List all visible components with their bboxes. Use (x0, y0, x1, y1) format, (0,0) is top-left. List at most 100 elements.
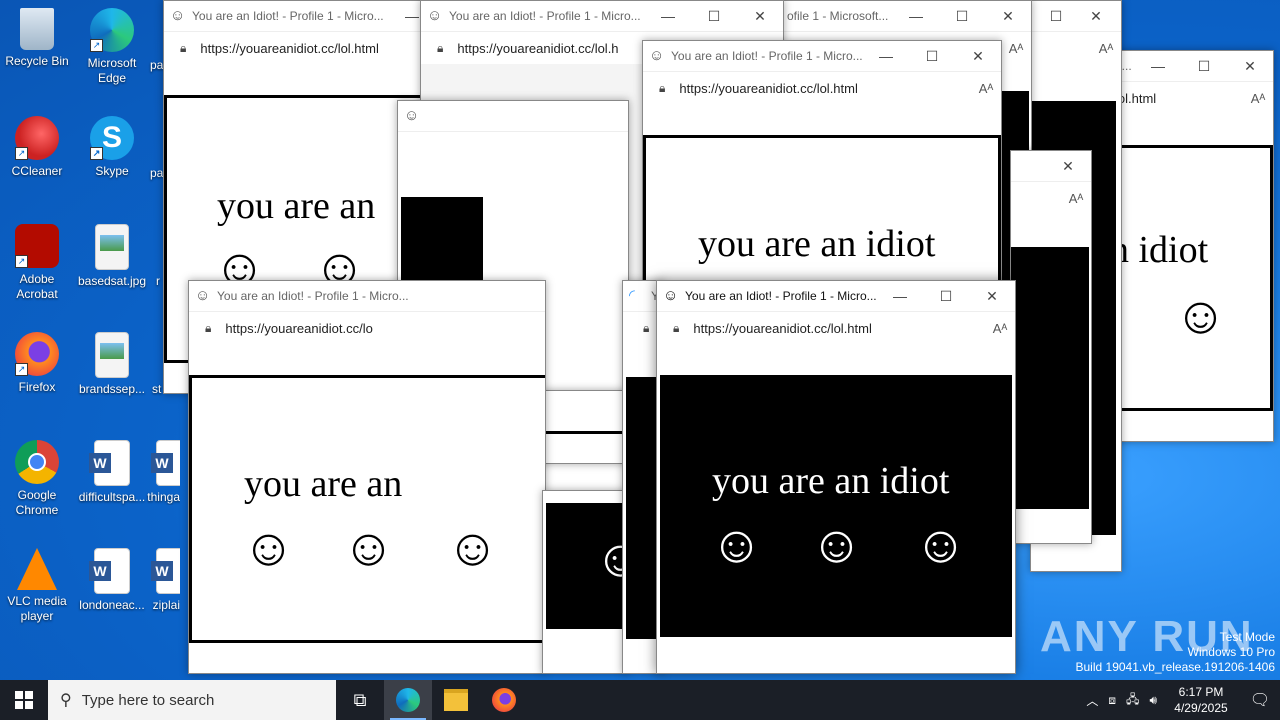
word-file-icon: W (151, 548, 180, 594)
address-bar[interactable]: lol.html Aᴬ (1111, 81, 1273, 114)
desktop-icon-label: thinga (147, 490, 180, 504)
message-text: you are an idiot (698, 223, 936, 265)
desktop-icon-recycle-bin[interactable]: Recycle Bin (0, 8, 74, 69)
title-bar[interactable]: ☺ You are an Idiot! - Profile 1 - Micro.… (643, 41, 1001, 71)
read-aloud-icon[interactable]: Aᴬ (1243, 91, 1273, 106)
network-adapter-icon[interactable]: ⧈ (1103, 693, 1121, 708)
browser-window-active[interactable]: ☺ You are an Idiot! - Profile 1 - Micro.… (656, 280, 1016, 674)
desktop-icon-chrome[interactable]: Google Chrome (0, 440, 74, 518)
title-bar[interactable]: ☺ (398, 101, 628, 131)
url-text: https://youareanidiot.cc/lol.html (693, 320, 872, 336)
chrome-icon (15, 440, 59, 484)
chevron-up-icon[interactable]: ︿ (1081, 692, 1103, 709)
lock-icon: 🔒︎ (437, 40, 444, 55)
title-bar[interactable]: ☐ ✕ (1031, 1, 1121, 31)
title-bar[interactable]: ☺ You are an Idiot! - Profile 1 - Micro.… (657, 281, 1015, 311)
desktop-icon-label: Recycle Bin (5, 54, 69, 68)
desktop-icon-label: Adobe Acrobat (16, 272, 58, 301)
address-bar[interactable]: Aᴬ (1031, 31, 1121, 64)
desktop-icon-label: VLC media player (7, 594, 67, 623)
address-bar[interactable]: 🔒︎ https://youareanidiot.cc/lol.html Aᴬ (657, 311, 1015, 344)
lock-icon: 🔒︎ (180, 40, 187, 55)
taskbar-file-explorer[interactable] (432, 680, 480, 720)
minimize-button[interactable]: — (863, 48, 909, 64)
desktop-icon-difficultspa[interactable]: W difficultspa... (75, 440, 149, 505)
maximize-button[interactable]: ☐ (923, 288, 969, 305)
address-bar[interactable]: 🔒︎ https://youareanidiot.cc/lo (189, 311, 545, 344)
image-file-icon (95, 224, 129, 270)
title-bar[interactable]: ✕ (1011, 151, 1091, 181)
title-bar[interactable]: ☺ You are an Idiot! - Profile 1 - Micro.… (164, 1, 422, 31)
maximize-button[interactable]: ☐ (691, 8, 737, 25)
word-file-icon: W (89, 548, 130, 594)
network-icon[interactable]: 🖧︎ (1121, 690, 1144, 711)
minimize-button[interactable]: — (1135, 58, 1181, 74)
desktop-icon-label: difficultspa... (78, 490, 146, 504)
address-bar[interactable] (398, 131, 628, 164)
message-text: you are an (217, 185, 376, 227)
close-button[interactable]: ✕ (1227, 58, 1273, 75)
edge-icon (396, 688, 420, 712)
desktop-icon-vlc[interactable]: VLC media player (0, 548, 74, 624)
desktop-icon-basedsat[interactable]: basedsat.jpg (75, 224, 149, 289)
clock[interactable]: 6:17 PM 4/29/2025 (1162, 684, 1240, 716)
taskbar-edge[interactable] (384, 680, 432, 720)
search-placeholder: Type here to search (81, 691, 215, 709)
start-button[interactable] (0, 680, 48, 720)
window-title: You are an Idiot! - Profile 1 - Micro... (192, 9, 384, 23)
read-aloud-icon[interactable]: Aᴬ (1061, 191, 1091, 206)
close-button[interactable]: ✕ (737, 8, 783, 25)
maximize-button[interactable]: ☐ (909, 48, 955, 65)
address-bar[interactable]: Aᴬ (1011, 181, 1091, 214)
title-bar[interactable]: ☺ You are an Idiot! - Profile 1 - Micro.… (189, 281, 545, 311)
desktop-icon-edge[interactable]: ↗ Microsoft Edge (75, 8, 149, 86)
desktop-icon-londoneac[interactable]: W londoneac... (75, 548, 149, 613)
minimize-button[interactable]: — (893, 8, 939, 24)
minimize-button[interactable]: — (645, 8, 691, 24)
lock-icon: 🔒︎ (673, 320, 680, 335)
word-file-icon: W (89, 440, 130, 486)
desktop-icon-skype[interactable]: S ↗ Skype (75, 116, 149, 179)
close-button[interactable]: ✕ (969, 288, 1015, 305)
desktop-icon-firefox[interactable]: ↗ Firefox (0, 332, 74, 395)
browser-window[interactable]: ☺ You are an Idiot! - Profile 1 - Micro.… (188, 280, 546, 674)
title-bar[interactable]: ☺ You are an Idiot! - Profile 1 - Micro.… (421, 1, 783, 31)
minimize-button[interactable]: — (402, 8, 422, 24)
read-aloud-icon[interactable]: Aᴬ (971, 81, 1001, 96)
browser-window: ☺ (542, 490, 628, 674)
close-button[interactable]: ✕ (1071, 8, 1121, 25)
read-aloud-icon[interactable]: Aᴬ (1091, 41, 1121, 56)
desktop-icon-thinga[interactable]: W thinga (140, 440, 180, 505)
desktop-icon-ccleaner[interactable]: ↗ CCleaner (0, 116, 74, 179)
browser-window[interactable]: ✕ Aᴬ (1010, 150, 1092, 544)
maximize-button[interactable]: ☐ (1181, 58, 1227, 75)
taskbar-search-box[interactable]: ⚲ Type here to search (48, 680, 336, 720)
close-button[interactable]: ✕ (985, 8, 1031, 25)
address-bar[interactable]: 🔒︎ https://youareanidiot.cc/lol.html Aᴬ (643, 71, 1001, 104)
taskbar: ⚲ Type here to search ⧉ ︿ ⧈ 🖧︎ 🔊︎ 6:17 P… (0, 680, 1280, 720)
address-bar[interactable]: 🔒︎ https://youareanidiot.cc/lol.html (164, 31, 422, 64)
read-aloud-icon[interactable]: Aᴬ (985, 321, 1015, 336)
minimize-button[interactable]: — (877, 288, 923, 304)
smiley-icon: ☺ (342, 519, 396, 577)
read-aloud-icon[interactable]: Aᴬ (1001, 41, 1031, 56)
message-text: you are an (244, 463, 403, 505)
window-title: You are an Idiot! - Profile 1 - Micro... (671, 49, 863, 63)
smiley-icon: ☺ (242, 519, 296, 577)
clock-time: 6:17 PM (1178, 685, 1224, 699)
maximize-button[interactable]: ☐ (939, 8, 985, 25)
lock-icon: 🔒︎ (659, 80, 666, 95)
volume-icon[interactable]: 🔊︎ (1144, 693, 1162, 708)
browser-window[interactable]: o... — ☐ ✕ lol.html Aᴬ n idiot ☺ (1110, 50, 1274, 442)
notification-icon[interactable]: 🗨︎ (1240, 690, 1280, 710)
title-bar[interactable]: ofile 1 - Microsoft... — ☐ ✕ (781, 1, 1031, 31)
title-bar[interactable]: o... — ☐ ✕ (1111, 51, 1273, 81)
task-view-button[interactable]: ⧉ (336, 680, 384, 720)
close-button[interactable]: ✕ (1045, 158, 1091, 175)
maximize-button[interactable]: ☐ (1041, 8, 1071, 25)
close-button[interactable]: ✕ (955, 48, 1001, 65)
desktop-icon-brandssep[interactable]: brandssep... (75, 332, 149, 397)
desktop-icon-ziplai[interactable]: W ziplai (140, 548, 180, 613)
taskbar-firefox[interactable] (480, 680, 528, 720)
desktop-icon-adobe-acrobat[interactable]: ↗ Adobe Acrobat (0, 224, 74, 302)
